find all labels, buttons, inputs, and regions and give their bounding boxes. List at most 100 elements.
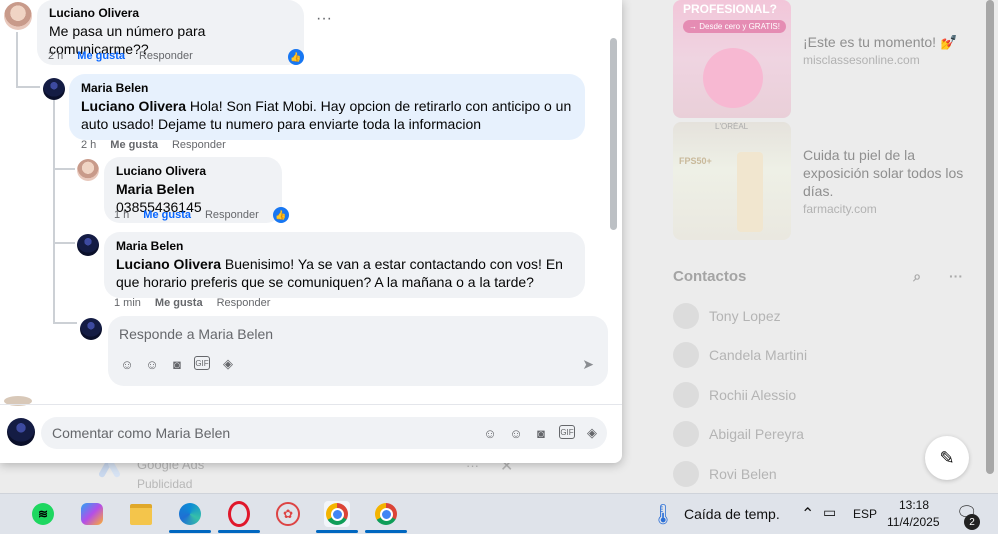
comment-input[interactable]: Comentar como Maria Belen [52,425,230,441]
new-message-button[interactable]: ✎ [925,436,969,480]
camera-icon[interactable]: ◙ [169,356,185,372]
sponsored-ad-2[interactable]: L'ORÉAL FPS50+ Cuida tu piel de la expos… [673,122,978,240]
comment-actions: 1 h Me gusta Responder [114,209,259,221]
mention[interactable]: Luciano Olivera [116,256,221,272]
edge-icon[interactable] [169,501,211,533]
sunscreen-bottle-image [737,152,763,232]
contact-item[interactable]: Rochii Alessio [673,382,796,408]
like-button[interactable]: Me gusta [155,297,203,309]
battery-icon[interactable]: ▭ [823,504,836,521]
thread-line [53,322,77,324]
avatar[interactable] [7,418,35,446]
avatar[interactable] [77,159,99,181]
avatar[interactable] [43,78,65,100]
comment-author[interactable]: Luciano Olivera [116,163,270,179]
reply-button[interactable]: Responder [139,50,193,62]
avatar [673,342,699,368]
sticker-icon[interactable]: ◈ [220,356,236,372]
search-icon[interactable]: ⌕ [913,268,921,284]
avatar[interactable] [4,2,32,30]
ad-1-thumb-tag: → Desde cero y GRATIS! [683,20,786,33]
language-indicator[interactable]: ESP [853,507,877,521]
comment-author[interactable]: Luciano Olivera [49,5,292,21]
comment-bubble: Maria Belen Luciano Olivera Buenisimo! Y… [104,232,585,298]
ad-2-domain: farmacity.com [803,202,877,216]
reply-button[interactable]: Responder [205,209,259,221]
avatar [673,421,699,447]
reply-button[interactable]: Responder [217,297,271,309]
thread-line [53,100,55,322]
comment-author[interactable]: Maria Belen [116,238,573,254]
like-reaction-icon[interactable]: 👍 [288,49,304,65]
new-message-icon: ✎ [939,447,955,468]
chevron-up-icon[interactable]: ⌃ [801,504,814,524]
chrome-icon[interactable] [316,501,358,533]
contact-item[interactable]: Abigail Pereyra [673,421,804,447]
camera-icon[interactable]: ◙ [533,425,549,441]
contact-item[interactable]: Candela Martini [673,342,807,368]
sticker-icon[interactable]: ◈ [584,425,600,441]
comment-time[interactable]: 2 h [81,139,96,151]
avatar-icon[interactable]: ☺ [119,356,135,372]
clock-time[interactable]: 13:18 [899,498,929,512]
clock-date[interactable]: 11/4/2025 [887,515,940,529]
reply-button[interactable]: Responder [172,139,226,151]
avatar [673,382,699,408]
thermometer-icon[interactable]: 🌡 [650,501,676,527]
reply-input[interactable]: Responde a Maria Belen [119,326,273,342]
comment-actions: 1 min Me gusta Responder [114,297,270,309]
like-button[interactable]: Me gusta [143,209,191,221]
avatar-icon[interactable]: ☺ [482,425,498,441]
ad-2-thumb-tag: FPS50+ [679,156,712,166]
emoji-icon[interactable]: ☺ [508,425,524,441]
gif-icon[interactable]: GIF [559,425,575,439]
weather-text[interactable]: Caída de temp. [684,506,780,522]
thread-line [16,86,40,88]
avatar[interactable] [77,234,99,256]
spotify-icon[interactable]: ≋ [30,501,56,527]
contacts-title: Contactos [673,268,747,285]
contact-name: Candela Martini [709,347,808,363]
ad-1-title[interactable]: ¡Este es tu momento! 💅 [803,33,978,51]
file-explorer-icon[interactable] [128,501,154,527]
ad-2-title[interactable]: Cuida tu piel de la exposición solar tod… [803,146,978,200]
reply-composer[interactable]: Responde a Maria Belen ☺ ☺ ◙ GIF ◈ ➤ [108,316,608,386]
notification-badge: 2 [964,514,980,530]
more-options-icon[interactable]: ··· [949,268,963,284]
like-reaction-icon[interactable]: 👍 [273,207,289,223]
ad-1-thumbnail[interactable]: PROFESIONAL? → Desde cero y GRATIS! [673,0,791,118]
more-options-icon[interactable]: ··· [316,10,332,28]
avatar [673,461,699,487]
contact-name: Rochii Alessio [709,387,797,403]
sponsored-ad-1[interactable]: PROFESIONAL? → Desde cero y GRATIS! ¡Est… [673,0,978,118]
emoji-icon[interactable]: ☺ [144,356,160,372]
comment-time[interactable]: 2 h [48,50,63,62]
comment-composer[interactable]: Comentar como Maria Belen ☺ ☺ ◙ GIF ◈ [41,417,607,449]
opera-icon[interactable] [218,501,260,533]
page-scrollbar[interactable] [986,0,994,474]
ad-2-thumbnail[interactable]: L'ORÉAL FPS50+ [673,122,791,240]
mention[interactable]: Luciano Olivera [81,98,186,114]
app-icon[interactable]: ✿ [275,501,301,527]
chrome-icon[interactable] [365,501,407,533]
avatar[interactable] [80,318,102,340]
avatar [673,303,699,329]
comment-time[interactable]: 1 min [114,297,141,309]
contact-item[interactable]: Rovi Belen [673,461,777,487]
like-button[interactable]: Me gusta [110,139,158,151]
send-icon[interactable]: ➤ [582,356,594,373]
contact-name: Rovi Belen [709,466,777,482]
dialog-scrollbar[interactable] [610,38,617,230]
comment-actions: 2 h Me gusta Responder [48,50,193,62]
comment-time[interactable]: 1 h [114,209,129,221]
mention[interactable]: Maria Belen [116,181,195,197]
like-button[interactable]: Me gusta [77,50,125,62]
gif-icon[interactable]: GIF [194,356,210,370]
comment-author[interactable]: Maria Belen [81,80,573,96]
divider [0,404,622,405]
ad-label: Publicidad [137,477,193,491]
copilot-icon[interactable] [79,501,105,527]
ad-1-thumb-heading: PROFESIONAL? [683,2,778,16]
contact-item[interactable]: Tony Lopez [673,303,781,329]
thread-line [53,168,75,170]
